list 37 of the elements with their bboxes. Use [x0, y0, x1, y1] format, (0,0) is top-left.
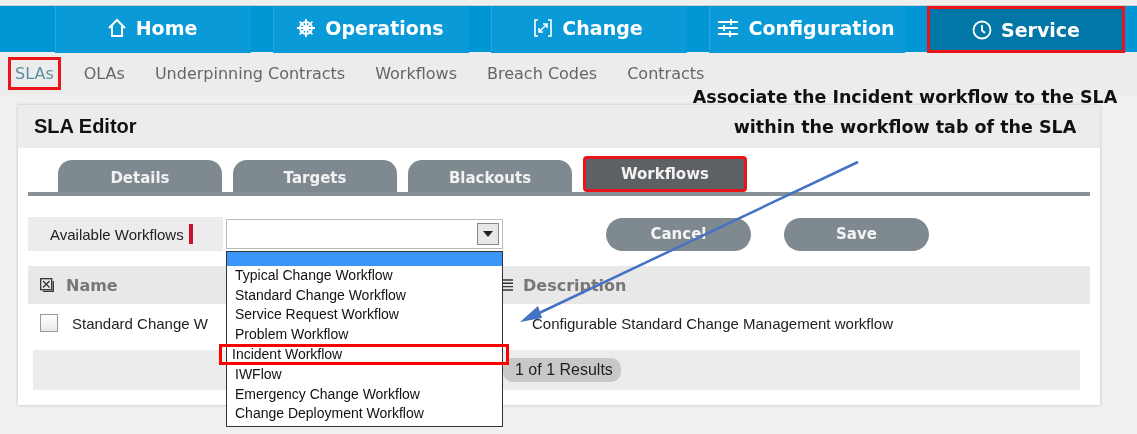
ship-wheel-icon	[296, 18, 317, 38]
editor-tab[interactable]: Workflows	[583, 156, 747, 192]
sliders-icon	[717, 18, 740, 38]
clock-icon	[972, 19, 992, 40]
dropdown-option[interactable]: Emergency Change Workflow	[227, 384, 502, 404]
sub-nav-link[interactable]: Underpinning Contracts	[147, 57, 353, 90]
select-all-checkbox-icon[interactable]	[40, 278, 54, 292]
nav-tab[interactable]: Home	[55, 6, 251, 53]
panel-title: SLA Editor	[34, 115, 137, 138]
action-button[interactable]: Cancel	[606, 217, 751, 251]
dropdown-option[interactable]: Typical Change Workflow	[227, 266, 502, 286]
sub-nav-link[interactable]: Workflows	[368, 57, 464, 90]
nav-tab[interactable]: Configuration	[709, 6, 905, 53]
sub-nav-link[interactable]: OLAs	[76, 57, 132, 90]
dropdown-option[interactable]: Standard Change Workflow	[227, 285, 502, 305]
table-cell: Configurable Standard Change Management workflow	[532, 314, 894, 332]
editor-tab[interactable]: Targets	[233, 160, 397, 192]
table-cell-text: Standard Change W	[72, 314, 209, 332]
row-checkbox[interactable]	[40, 314, 58, 332]
sub-nav-link[interactable]: SLAs	[8, 57, 61, 90]
nav-tab[interactable]: Change	[491, 6, 687, 53]
sub-nav-link[interactable]: Breach Codes	[480, 57, 605, 90]
dropdown-option[interactable]: IWFlow	[227, 365, 502, 385]
house-icon	[106, 18, 127, 38]
nav-tab[interactable]: Service	[927, 6, 1125, 53]
dropdown-option[interactable]: Service Request Workflow	[227, 305, 502, 325]
dropdown-option[interactable]: Change Deployment Workflow	[227, 404, 502, 424]
editor-tab[interactable]: Blackouts	[408, 160, 572, 192]
nav-tab[interactable]: Operations	[273, 6, 469, 53]
action-button[interactable]: Save	[784, 217, 929, 251]
change-icon	[533, 18, 554, 38]
field-label: Available Workflows	[50, 225, 184, 243]
editor-tab[interactable]: Details	[58, 160, 222, 192]
dropdown-caret-icon[interactable]	[477, 223, 499, 245]
dropdown-option[interactable]: Incident Workflow	[219, 344, 509, 365]
results-count: 1 of 1 Results	[503, 358, 621, 382]
dropdown-option[interactable]: Problem Workflow	[227, 324, 502, 344]
